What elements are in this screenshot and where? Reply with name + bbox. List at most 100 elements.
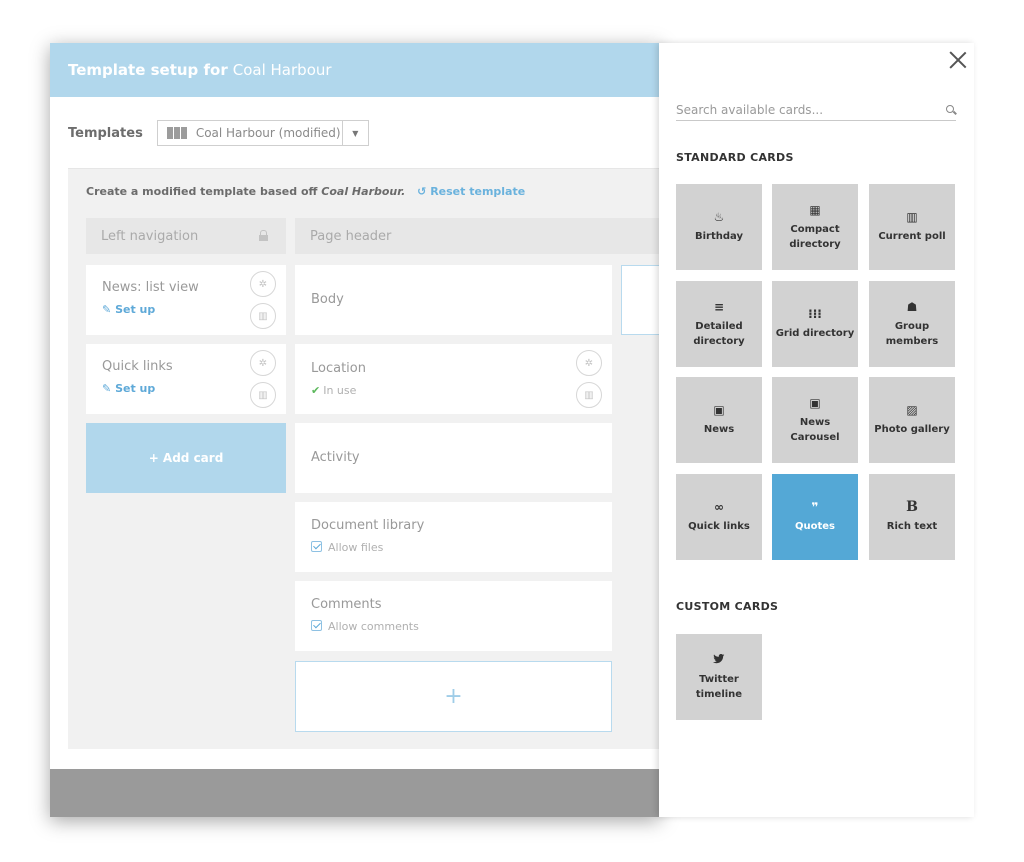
card-tile-grid-directory[interactable]: ⁝⁝⁝ Grid directory (772, 281, 858, 367)
card-tile-photo-gallery[interactable]: ▨ Photo gallery (869, 377, 955, 463)
template-setup-modal: Template setup for Coal Harbour Template… (50, 43, 660, 817)
tile-label: Group members (885, 320, 939, 347)
modal-footer (50, 769, 660, 817)
trash-icon[interactable]: ▥ (576, 382, 602, 408)
card-tile-detailed-directory[interactable]: ≡ Detailed directory (676, 281, 762, 367)
template-select[interactable]: Coal Harbour (modified) ▼ (156, 120, 369, 146)
right-column-drop-zone[interactable] (621, 265, 660, 335)
tile-label: Grid directory (775, 328, 855, 339)
custom-cards-heading: CUSTOM CARDS (676, 600, 779, 613)
set-up-link[interactable]: ✎ Set up (102, 382, 155, 395)
gear-icon[interactable]: ✲ (250, 350, 276, 376)
wrench-icon: ✎ (102, 382, 112, 395)
link-icon: ∞ (714, 500, 724, 514)
grid-large-icon: ▦ (809, 202, 821, 217)
trash-icon[interactable]: ▥ (250, 382, 276, 408)
allow-comments-checkbox[interactable]: Allow comments (311, 620, 419, 633)
chevron-down-icon[interactable]: ▼ (341, 121, 368, 145)
add-body-card-button[interactable]: + (295, 661, 612, 732)
stage: Template setup for Coal Harbour Template… (0, 0, 1024, 862)
search-icon[interactable] (946, 105, 954, 113)
tile-label: Twitter timeline (695, 673, 743, 700)
in-use-status: ✔ In use (311, 384, 356, 397)
modal-header: Template setup for Coal Harbour (50, 43, 660, 97)
allow-comments-label: Allow comments (328, 620, 419, 633)
newspaper-icon: ▣ (713, 403, 725, 417)
card-tile-news-carousel[interactable]: ▣ News Carousel (772, 377, 858, 463)
search-cards (676, 99, 956, 121)
card-tile-current-poll[interactable]: ▥ Current poll (869, 184, 955, 270)
set-up-label: Set up (115, 382, 156, 395)
body-card-body[interactable]: Body (295, 265, 612, 335)
users-icon: ☗ (906, 299, 918, 314)
tile-label: News (703, 424, 735, 435)
card-tile-group-members[interactable]: ☗ Group members (869, 281, 955, 367)
allow-files-checkbox[interactable]: Allow files (311, 541, 383, 554)
body-card-location[interactable]: Location ✔ In use ✲ ▥ (295, 344, 612, 414)
template-workspace: Create a modified template based off Coa… (68, 168, 660, 749)
left-card-quick-links[interactable]: Quick links ✎ Set up ✲ ▥ (86, 344, 286, 414)
newspaper-icon: ▣ (809, 395, 821, 410)
close-icon[interactable] (949, 51, 967, 69)
card-picker-panel: STANDARD CARDS ♨ Birthday ▦ Compact dire… (659, 43, 974, 817)
list-icon: ≡ (713, 299, 725, 314)
card-title: Quick links (102, 359, 173, 374)
template-select-value: Coal Harbour (modified) (195, 126, 341, 140)
reset-template-label: Reset template (430, 185, 526, 198)
templates-row: Templates Coal Harbour (modified) ▼ (68, 120, 369, 146)
card-title: Document library (311, 518, 425, 533)
modal-title-name: Coal Harbour (232, 61, 332, 79)
tile-label: Current poll (878, 231, 946, 242)
card-title: Activity (311, 450, 360, 465)
twitter-icon (713, 653, 725, 667)
set-up-label: Set up (115, 303, 156, 316)
card-title: Location (311, 361, 366, 376)
set-up-link[interactable]: ✎ Set up (102, 303, 155, 316)
gear-icon[interactable]: ✲ (576, 350, 602, 376)
card-tile-twitter-timeline[interactable]: Twitter timeline (676, 634, 762, 720)
tile-label: Compact directory (789, 223, 841, 250)
reset-icon: ↺ (417, 185, 427, 198)
checkmark-icon: ✔ (311, 384, 321, 397)
columns-icon (166, 127, 187, 139)
wrench-icon: ✎ (102, 303, 112, 316)
image-icon: ▨ (906, 403, 918, 417)
tile-label: Rich text (886, 521, 938, 532)
card-tile-compact-directory[interactable]: ▦ Compact directory (772, 184, 858, 270)
checkbox-icon (311, 620, 322, 631)
template-note: Create a modified template based off Coa… (86, 185, 525, 198)
in-use-label: In use (323, 384, 357, 397)
quote-icon: ❞ (811, 500, 819, 514)
body-card-comments[interactable]: Comments Allow comments (295, 581, 612, 651)
body-card-activity[interactable]: Activity (295, 423, 612, 493)
templates-label: Templates (68, 125, 143, 141)
checkbox-icon (311, 541, 322, 552)
gear-icon[interactable]: ✲ (250, 271, 276, 297)
left-navigation-header: Left navigation (86, 218, 286, 254)
bold-icon: B (906, 499, 918, 515)
reset-template-link[interactable]: ↺ Reset template (417, 185, 525, 198)
card-title: Body (311, 292, 344, 307)
card-tile-quotes[interactable]: ❞ Quotes (772, 474, 858, 560)
tile-label: Quotes (794, 521, 835, 532)
card-title: News: list view (102, 280, 199, 295)
body-card-document-library[interactable]: Document library Allow files (295, 502, 612, 572)
card-tile-quick-links[interactable]: ∞ Quick links (676, 474, 762, 560)
page-header-slot: Page header (295, 218, 660, 254)
card-tile-rich-text[interactable]: B Rich text (869, 474, 955, 560)
add-card-button[interactable]: + Add card (86, 423, 286, 493)
search-input[interactable] (676, 100, 931, 117)
card-tile-birthday[interactable]: ♨ Birthday (676, 184, 762, 270)
tile-label: Quick links (688, 521, 750, 532)
trash-icon[interactable]: ▥ (250, 303, 276, 329)
card-title: Comments (311, 597, 382, 612)
birthday-cake-icon: ♨ (713, 210, 725, 224)
tile-label: Detailed directory (693, 320, 745, 347)
modal-title-prefix: Template setup for (68, 61, 228, 79)
lock-icon (259, 230, 268, 241)
twitter-bird-svg (713, 653, 725, 663)
left-card-news-list-view[interactable]: News: list view ✎ Set up ✲ ▥ (86, 265, 286, 335)
card-tile-news[interactable]: ▣ News (676, 377, 762, 463)
standard-cards-heading: STANDARD CARDS (676, 151, 794, 164)
note-template-name: Coal Harbour. (321, 185, 406, 198)
